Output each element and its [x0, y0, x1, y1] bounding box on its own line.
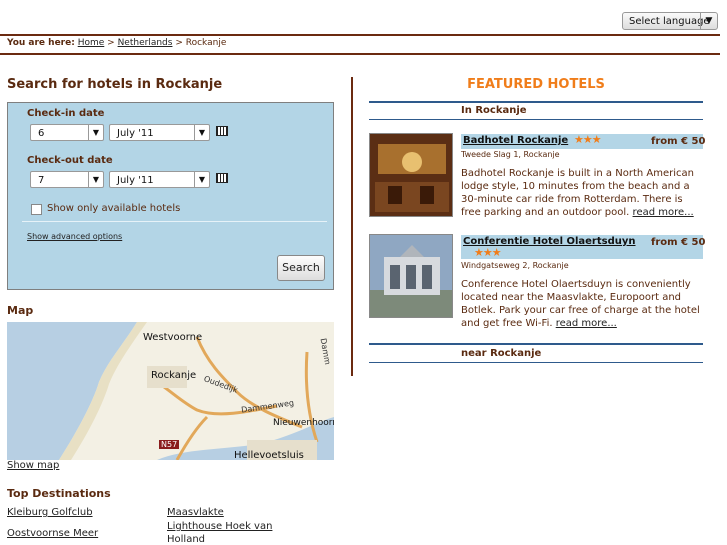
checkout-day-value: 7 — [38, 175, 45, 186]
top-rule — [0, 34, 720, 36]
top-destinations-title: Top Destinations — [7, 487, 111, 500]
destination-link[interactable]: Oostvoornse Meer — [7, 528, 98, 539]
calendar-icon[interactable] — [216, 173, 228, 183]
breadcrumb-rule — [0, 53, 720, 55]
hotel-address: Windgatseweg 2, Rockanje — [461, 261, 569, 270]
breadcrumb-prefix: You are here: — [7, 38, 75, 48]
search-divider — [22, 221, 327, 222]
breadcrumb: You are here: Home > Netherlands > Rocka… — [7, 38, 226, 48]
hotel-price: from € 50 — [651, 136, 706, 147]
breadcrumb-separator: > — [175, 38, 183, 48]
destination-link-continued: Holland — [167, 534, 206, 545]
chevron-down-icon: ▼ — [194, 172, 209, 187]
hotel-description: Badhotel Rockanje is built in a North Am… — [461, 167, 704, 219]
map-label-hellevoetsluis: Hellevoetsluis — [234, 450, 304, 460]
checkin-day-select[interactable]: 6 ▼ — [30, 124, 104, 141]
hotel-name-link[interactable]: Badhotel Rockanje — [463, 135, 568, 146]
checkout-month-value: July '11 — [117, 175, 154, 186]
read-more-link[interactable]: read more... — [556, 318, 617, 329]
show-map-link[interactable]: Show map — [7, 460, 59, 471]
map-title: Map — [7, 304, 34, 317]
near-location-rule — [369, 362, 703, 363]
checkin-label: Check-in date — [27, 108, 105, 119]
checkin-day-value: 6 — [38, 128, 45, 139]
breadcrumb-country-link[interactable]: Netherlands — [118, 38, 173, 48]
near-rule — [369, 343, 703, 345]
map-label-nieuwenhoorn: Nieuwenhoorn — [273, 418, 334, 428]
checkout-day-select[interactable]: 7 ▼ — [30, 171, 104, 188]
hotel-photo-image — [370, 235, 452, 317]
star-rating: ★★★ — [474, 246, 502, 259]
breadcrumb-current: Rockanje — [185, 38, 227, 48]
destination-link[interactable]: Kleiburg Golfclub — [7, 507, 93, 518]
language-select[interactable]: Select language ▼ — [622, 12, 718, 30]
search-title: Search for hotels in Rockanje — [7, 77, 223, 92]
checkout-month-select[interactable]: July '11 ▼ — [109, 171, 210, 188]
checkin-month-select[interactable]: July '11 ▼ — [109, 124, 210, 141]
chevron-down-icon: ▼ — [194, 125, 209, 140]
destination-link[interactable]: Maasvlakte — [167, 507, 224, 518]
hotel-photo[interactable] — [369, 133, 453, 217]
destination-link[interactable]: Lighthouse Hoek van — [167, 521, 272, 532]
hotel-photo[interactable] — [369, 234, 453, 318]
map-label-n57: N57 — [159, 440, 180, 449]
breadcrumb-separator: > — [107, 38, 115, 48]
hotel-price: from € 50 — [651, 237, 706, 248]
breadcrumb-home-link[interactable]: Home — [78, 38, 105, 48]
column-divider — [351, 77, 353, 376]
advanced-options-link[interactable]: Show advanced options — [27, 232, 122, 241]
map-view[interactable]: Westvoorne Rockanje Oudedijk Dammenweg N… — [7, 322, 334, 460]
hotel-address: Tweede Slag 1, Rockanje — [461, 150, 560, 159]
chevron-down-icon: ▼ — [700, 13, 717, 29]
hotel-photo-image — [370, 134, 452, 216]
hotel-description: Conference Hotel Olaertsduyn is convenie… — [461, 278, 704, 330]
calendar-icon[interactable] — [216, 126, 228, 136]
near-location-label: near Rockanje — [461, 348, 542, 359]
read-more-link[interactable]: read more... — [633, 207, 694, 218]
search-button[interactable]: Search — [277, 255, 325, 281]
search-box: Check-in date 6 ▼ July '11 ▼ Check-out d… — [7, 102, 334, 290]
featured-title: FEATURED HOTELS — [467, 77, 605, 92]
in-location-rule — [369, 119, 703, 120]
chevron-down-icon: ▼ — [88, 172, 103, 187]
star-rating: ★★★ — [574, 133, 602, 146]
map-label-westvoorne: Westvoorne — [143, 332, 203, 343]
featured-rule — [369, 101, 703, 103]
checkin-month-value: July '11 — [117, 128, 154, 139]
map-label-rockanje: Rockanje — [151, 370, 197, 381]
available-only-label: Show only available hotels — [47, 203, 181, 214]
chevron-down-icon: ▼ — [88, 125, 103, 140]
available-only-checkbox[interactable] — [31, 204, 42, 215]
checkout-label: Check-out date — [27, 155, 113, 166]
language-select-label: Select language — [629, 16, 710, 27]
in-location-label: In Rockanje — [461, 105, 527, 116]
